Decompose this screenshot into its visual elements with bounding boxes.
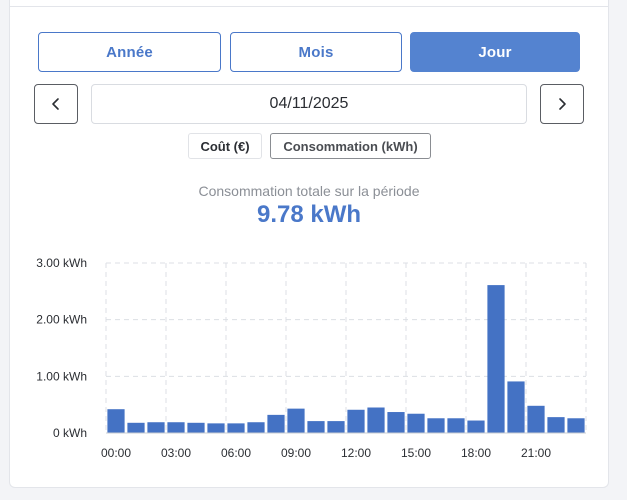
bar-1300	[367, 407, 385, 433]
bar-1200	[347, 409, 365, 433]
y-tick-label: 1.00 kWh	[36, 369, 87, 383]
y-tick-label: 0 kWh	[53, 426, 87, 440]
x-tick-label: 15:00	[401, 446, 431, 460]
x-tick-label: 12:00	[341, 446, 371, 460]
bar-0500	[207, 423, 225, 433]
x-tick-label: 18:00	[461, 446, 491, 460]
bar-2300	[567, 418, 585, 433]
x-tick-label: 09:00	[281, 446, 311, 460]
bar-1700	[447, 418, 465, 433]
bar-2000	[507, 381, 525, 433]
y-tick-label: 2.00 kWh	[36, 313, 87, 327]
bar-0600	[227, 423, 245, 433]
bar-0900	[287, 408, 305, 433]
bar-0400	[187, 422, 205, 433]
bar-2100	[527, 405, 545, 433]
consumption-bar-chart: 0 kWh 1.00 kWh 2.00 kWh 3.00 kWh 00:00 03:00 0…	[36, 256, 587, 460]
bar-1500	[407, 413, 425, 433]
bar-2200	[547, 417, 565, 433]
bar-0300	[167, 422, 185, 433]
bar-1800	[467, 420, 485, 433]
bar-1100	[327, 421, 345, 433]
bar-0800	[267, 414, 285, 433]
x-tick-label: 06:00	[221, 446, 251, 460]
bar-0100	[127, 422, 145, 433]
bar-0200	[147, 422, 165, 433]
y-tick-label: 3.00 kWh	[36, 256, 87, 270]
x-tick-label: 03:00	[161, 446, 191, 460]
bar-0700	[247, 422, 265, 433]
bar-1400	[387, 412, 405, 433]
bar-0000	[107, 409, 125, 433]
bar-1600	[427, 418, 445, 433]
bar-1900	[487, 285, 505, 433]
bar-1000	[307, 421, 325, 433]
x-tick-label: 00:00	[101, 446, 131, 460]
x-tick-label: 21:00	[521, 446, 551, 460]
